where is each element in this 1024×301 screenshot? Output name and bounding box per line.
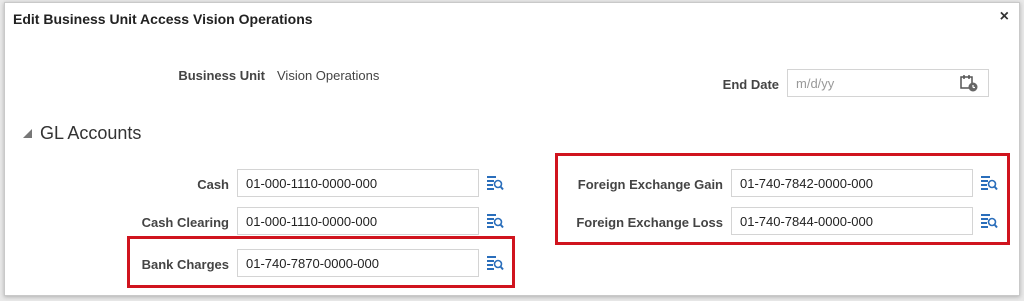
account-label-fx-loss: Foreign Exchange Loss: [576, 215, 723, 230]
account-search-icon[interactable]: [980, 174, 998, 192]
collapse-triangle-icon[interactable]: [23, 129, 32, 138]
account-label-cash-clearing: Cash Clearing: [141, 215, 229, 230]
bank-charges-account-input[interactable]: 01-740-7870-0000-000: [237, 249, 479, 277]
fx-gain-account-input[interactable]: 01-740-7842-0000-000: [731, 169, 973, 197]
gl-accounts-title: GL Accounts: [40, 123, 142, 143]
edit-business-unit-dialog: Edit Business Unit Access Vision Operati…: [4, 2, 1020, 296]
cash-account-input[interactable]: 01-000-1110-0000-000: [237, 169, 479, 197]
account-label-cash: Cash: [197, 177, 229, 192]
gl-accounts-section-header[interactable]: GL Accounts: [23, 123, 141, 144]
calendar-icon[interactable]: [959, 73, 978, 92]
account-search-icon[interactable]: [486, 212, 504, 230]
close-icon[interactable]: ×: [1000, 8, 1009, 26]
cash-clearing-account-input[interactable]: 01-000-1110-0000-000: [237, 207, 479, 235]
business-unit-value: Vision Operations: [277, 68, 380, 83]
account-search-icon[interactable]: [980, 212, 998, 230]
business-unit-label: Business Unit: [178, 68, 265, 83]
account-search-icon[interactable]: [486, 174, 504, 192]
fx-loss-account-input[interactable]: 01-740-7844-0000-000: [731, 207, 973, 235]
account-search-icon[interactable]: [486, 254, 504, 272]
account-label-fx-gain: Foreign Exchange Gain: [577, 177, 723, 192]
end-date-label: End Date: [722, 77, 779, 92]
account-label-bank-charges: Bank Charges: [141, 257, 229, 272]
dialog-title: Edit Business Unit Access Vision Operati…: [13, 11, 313, 27]
